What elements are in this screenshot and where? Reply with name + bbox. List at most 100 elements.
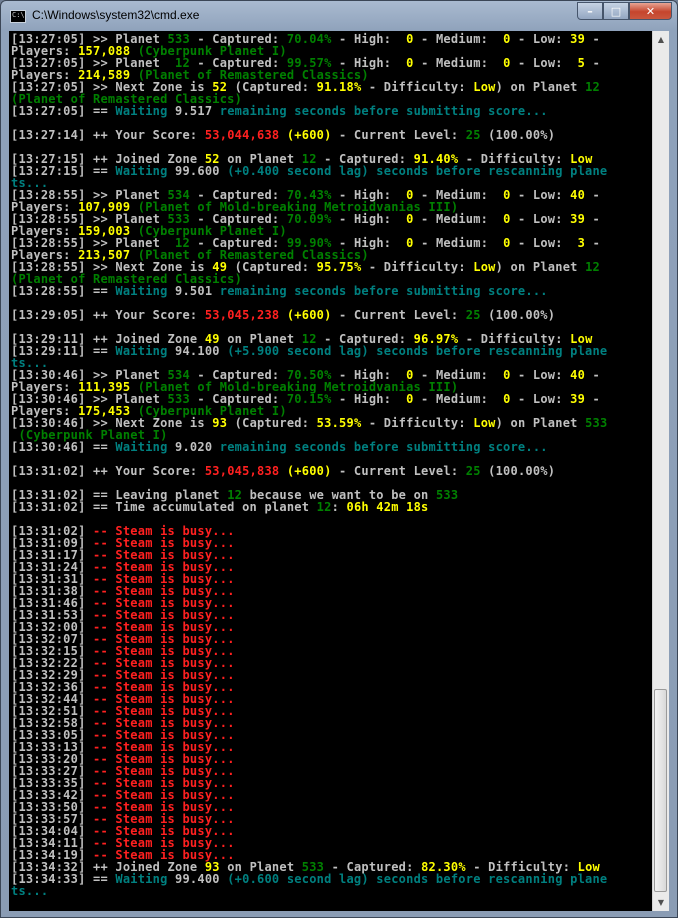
console-text-segment: - (585, 212, 601, 226)
scroll-up-icon[interactable]: ▲ (653, 31, 669, 48)
console-text-segment: - (585, 392, 601, 406)
console-text-segment: - Low: (510, 236, 578, 250)
console-text-segment: [13:28:55] == (11, 284, 116, 298)
console-text-segment: (100.00%) (480, 128, 556, 142)
console-line: ts... (11, 885, 652, 897)
console-text-segment: 95.75% (316, 260, 362, 274)
console-text-segment: [13:30:46] == (11, 440, 116, 454)
console-text-segment: - High: (331, 32, 407, 46)
title-bar[interactable]: C:\ C:\Windows\system32\cmd.exe – □ ✕ (1, 1, 677, 31)
console-text-segment: 0 (503, 32, 511, 46)
console-text-segment: 70.04% (286, 32, 332, 46)
console-text-segment: - Low: (510, 56, 578, 70)
console-text-segment: - (585, 32, 601, 46)
console-text-segment: 533 (585, 416, 608, 430)
close-button[interactable]: ✕ (629, 2, 672, 20)
console-text-segment: (+600) (279, 128, 332, 142)
console-text-segment: 40 (570, 188, 586, 202)
console-text-segment: - Low: (510, 368, 571, 382)
console-text-segment: remaining seconds before submitting scor… (212, 440, 548, 454)
console-text-segment: [13:29:05] ++ Your Score: (11, 308, 205, 322)
console-text-segment: (100.00%) (480, 464, 556, 478)
console-text-segment: 0 (406, 392, 414, 406)
console-text-segment: 99.600 (175, 164, 220, 178)
cmd-window: C:\ C:\Windows\system32\cmd.exe – □ ✕ [1… (0, 0, 678, 918)
console-text-segment: - Low: (510, 32, 571, 46)
console-text-segment: Low (473, 416, 496, 430)
console-line: [13:28:55] == Waiting 9.501 remaining se… (11, 285, 652, 297)
console-text-segment: ) on Planet (495, 416, 586, 430)
cmd-app-icon[interactable]: C:\ (10, 10, 26, 23)
console-text-segment: 533 (435, 488, 459, 502)
console-line: [13:27:15] == Waiting 99.600 (+0.400 sec… (11, 165, 652, 177)
console-text-segment: (+600) (279, 464, 332, 478)
console-text-segment: 0 (503, 392, 511, 406)
console-text-segment: Low (473, 80, 496, 94)
console-text-segment: 99.400 (175, 872, 220, 886)
console-text-segment: - Low: (510, 188, 571, 202)
console-text-segment: 12 (316, 500, 332, 514)
console-text-segment: Waiting (115, 872, 176, 886)
console-text-segment: [13:27:14] ++ Your Score: (11, 128, 205, 142)
console-text-segment: - Difficulty: (361, 416, 474, 430)
console-text-segment: Waiting (115, 344, 176, 358)
console-line: [13:34:33] == Waiting 99.400 (+0.600 sec… (11, 873, 652, 885)
console-text-segment: 39 (570, 392, 586, 406)
console-text-segment: - (585, 56, 601, 70)
console-text-segment: 0 (406, 32, 414, 46)
console-text-segment: 12 (585, 80, 600, 94)
console-text-segment: Waiting (115, 284, 176, 298)
console-text-segment: - High: (331, 212, 407, 226)
console-text-segment: 91.18% (316, 80, 362, 94)
console-text-segment: 40 (570, 368, 586, 382)
console-text-segment: 70.09% (286, 212, 332, 226)
console-line: [13:31:02] == Time accumulated on planet… (11, 501, 652, 513)
console-text-segment: 53,045,838 (204, 464, 280, 478)
console-text-segment: - Medium: (413, 392, 504, 406)
console-line: [13:31:02] ++ Your Score: 53,045,838 (+6… (11, 465, 652, 477)
console-text-segment: 53,045,238 (204, 308, 280, 322)
console-lines: [13:27:05] >> Planet 533 - Captured: 70.… (9, 31, 652, 897)
console-text-segment: 5 (577, 56, 586, 70)
console-text-segment: - (585, 188, 601, 202)
console-text-segment: [13:31:02] == Time accumulated on planet (11, 500, 317, 514)
console-line: [13:27:14] ++ Your Score: 53,044,638 (+6… (11, 129, 652, 141)
console-text-segment: 53.59% (316, 416, 362, 430)
console-text-segment: - Low: (510, 392, 571, 406)
console-text-segment: - Low: (510, 212, 571, 226)
console-text-segment: - Current Level: (331, 464, 466, 478)
console-text-segment: (Captured: (227, 416, 317, 430)
console-text-segment: remaining seconds before submitting scor… (212, 104, 548, 118)
console-text-segment: 53,044,638 (204, 128, 280, 142)
console-text-segment: - Medium: (413, 236, 504, 250)
console-text-segment: 9.517 (175, 104, 213, 118)
console-text-segment: Waiting (115, 164, 176, 178)
scroll-down-icon[interactable]: ▼ (653, 894, 669, 911)
window-title: C:\Windows\system32\cmd.exe (32, 8, 200, 22)
console-text-segment: - Difficulty: (361, 80, 474, 94)
console-text-segment: 25 (465, 128, 481, 142)
console-text-segment: 0 (503, 56, 511, 70)
console-text-segment: - Difficulty: (361, 260, 474, 274)
window-controls: – □ ✕ (577, 2, 672, 20)
console-text-segment: 9.501 (175, 284, 213, 298)
console-line: [13:29:11] == Waiting 94.100 (+5.900 sec… (11, 345, 652, 357)
console-text-segment: Low (473, 260, 496, 274)
console-line: [13:30:46] == Waiting 9.020 remaining se… (11, 441, 652, 453)
console-text-segment: (100.00%) (480, 308, 556, 322)
vertical-scrollbar[interactable]: ▲ ▼ (652, 31, 669, 911)
console-line: [13:27:05] == Waiting 9.517 remaining se… (11, 105, 652, 117)
console-text-segment: - High: (331, 392, 407, 406)
console-line: [13:29:05] ++ Your Score: 53,045,238 (+6… (11, 309, 652, 321)
console-text-segment: 0 (503, 212, 511, 226)
maximize-button[interactable]: □ (603, 2, 629, 20)
console-text-segment: : (331, 500, 347, 514)
console-text-segment: 93 (212, 416, 228, 430)
console-output[interactable]: [13:27:05] >> Planet 533 - Captured: 70.… (9, 31, 652, 911)
console-text-segment: - Medium: (413, 56, 504, 70)
console-text-segment: 39 (570, 32, 586, 46)
scroll-thumb[interactable] (654, 689, 667, 892)
console-text-segment: - Medium: (413, 32, 504, 46)
console-text-segment: (+600) (279, 308, 332, 322)
minimize-button[interactable]: – (577, 2, 603, 20)
